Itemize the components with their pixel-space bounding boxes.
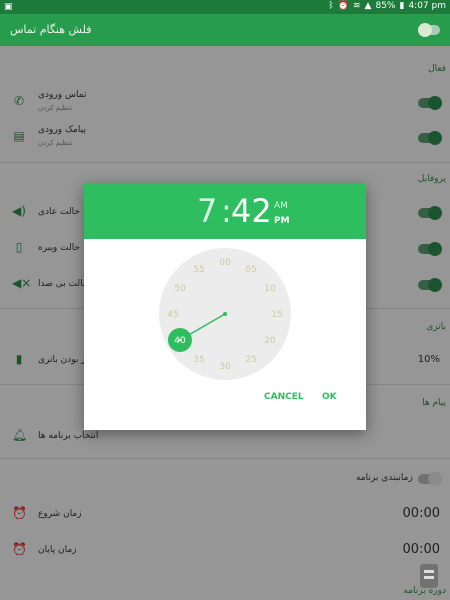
battery-percent: 85% bbox=[375, 1, 396, 11]
bluetooth-icon: ᛒ bbox=[328, 1, 334, 11]
am-toggle[interactable]: AM bbox=[274, 201, 288, 211]
minute-label[interactable]: 35 bbox=[193, 355, 204, 365]
pm-toggle[interactable]: PM bbox=[274, 216, 290, 226]
signal-icon: ▲ bbox=[364, 1, 372, 11]
battery-icon: ▮ bbox=[399, 1, 405, 11]
watermark-logo bbox=[420, 564, 438, 588]
hour-display[interactable]: 7 bbox=[197, 192, 217, 230]
ok-button[interactable]: OK bbox=[322, 392, 337, 402]
cancel-button[interactable]: CANCEL bbox=[264, 392, 304, 402]
minute-label[interactable]: 15 bbox=[271, 310, 282, 320]
time-picker-header: 7 : 42 AM PM bbox=[84, 183, 366, 239]
selector-dot bbox=[178, 338, 182, 342]
alarm-icon: ⏰ bbox=[337, 1, 349, 11]
clock-center bbox=[223, 312, 227, 316]
clock-time: 4:07 pm bbox=[408, 1, 446, 11]
wifi-icon: ≋ bbox=[353, 1, 361, 11]
image-icon: ▣ bbox=[4, 2, 13, 12]
app-bar: فلش هنگام تماس bbox=[0, 14, 450, 46]
minute-label[interactable]: 55 bbox=[193, 265, 204, 275]
master-toggle[interactable] bbox=[418, 23, 440, 37]
minute-label[interactable]: 25 bbox=[245, 355, 256, 365]
minute-label[interactable]: 10 bbox=[264, 284, 276, 294]
status-bar: ▣ ᛒ ⏰ ≋ ▲ 85% ▮ 4:07 pm bbox=[0, 0, 450, 14]
app-title: فلش هنگام تماس bbox=[10, 23, 92, 36]
minute-label[interactable]: 00 bbox=[219, 258, 231, 268]
minute-label[interactable]: 20 bbox=[264, 336, 276, 346]
minute-display[interactable]: 42 bbox=[231, 192, 272, 230]
minute-label[interactable]: 50 bbox=[174, 284, 186, 294]
minute-label[interactable]: 05 bbox=[245, 265, 256, 275]
minute-label[interactable]: 45 bbox=[167, 310, 178, 320]
clock-face[interactable]: 000510152025303540455055 bbox=[84, 239, 366, 389]
minute-label[interactable]: 30 bbox=[219, 362, 231, 372]
time-picker-dialog: 7 : 42 AM PM 000510152025303540455055 CA… bbox=[84, 183, 366, 430]
